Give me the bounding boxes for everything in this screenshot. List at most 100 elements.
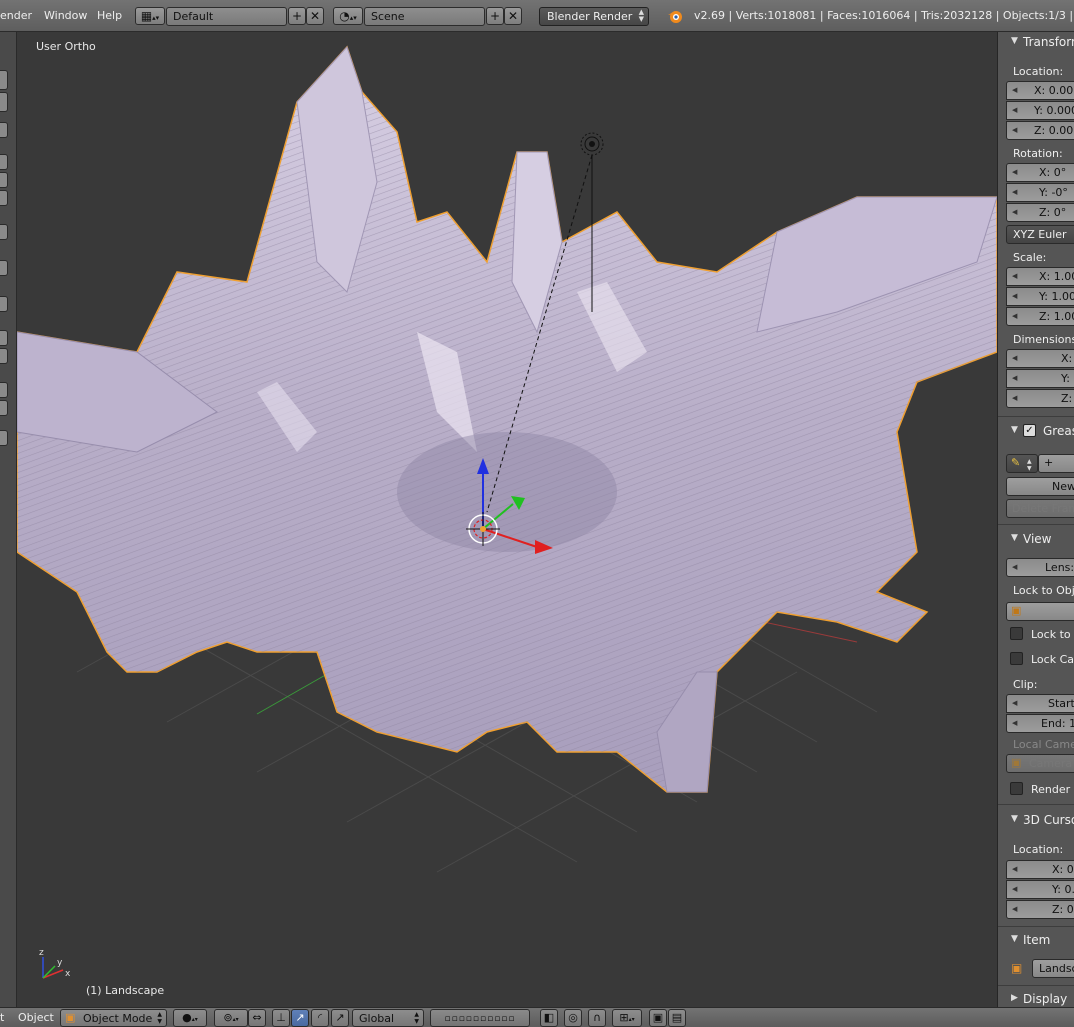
viewport-canvas[interactable]: z y x <box>17 32 997 1007</box>
scene-icon: ◔ <box>339 9 350 23</box>
translate-active-button[interactable]: ↗ <box>291 1009 309 1027</box>
menu-window[interactable]: Window <box>44 9 87 22</box>
shelf-tab[interactable] <box>0 172 8 188</box>
menu-partial[interactable]: t <box>0 1011 4 1024</box>
lock-camera-label: Lock Cam <box>1031 653 1074 666</box>
lock-camera-checkbox[interactable] <box>1010 652 1023 665</box>
axis-x-label: x <box>65 969 71 979</box>
delete-scene-button[interactable]: ✕ <box>504 7 522 25</box>
viewport-shading-select[interactable]: ●▴▾ <box>173 1009 207 1027</box>
shelf-tab[interactable] <box>0 400 8 416</box>
screen-layout-browse-button[interactable]: ▦▴▾ <box>135 7 165 25</box>
shelf-tab[interactable] <box>0 430 8 446</box>
decrement-arrow-icon: ◀ <box>1012 168 1018 176</box>
location-y-field[interactable]: ◀ Y: 0.000 <box>1006 101 1074 120</box>
menu-render[interactable]: ender <box>0 9 32 22</box>
clip-start-field[interactable]: ◀Start: <box>1006 694 1074 713</box>
cursor-location-label: Location: <box>1013 843 1064 856</box>
snap-toggle-button[interactable]: ∩ <box>588 1009 606 1027</box>
shelf-tab[interactable] <box>0 348 8 364</box>
render-engine-select[interactable]: Blender Render ▲ ▼ <box>539 7 649 26</box>
interaction-mode-select[interactable]: ▣ Object Mode ▲ ▼ <box>60 1009 167 1027</box>
transform-panel-header[interactable]: ▼ Transform <box>998 32 1074 54</box>
lock-to-cursor-checkbox[interactable] <box>1010 627 1023 640</box>
lens-field[interactable]: ◀ Lens: <box>1006 558 1074 577</box>
snap-increment-icon: ⊞ <box>619 1011 629 1024</box>
add-screen-button[interactable]: + <box>288 7 306 25</box>
delete-frame-button[interactable]: Delete Frame <box>1006 499 1074 518</box>
opengl-animation-button[interactable]: ▤ <box>668 1009 686 1027</box>
lock-layers-button[interactable]: ◧ <box>540 1009 558 1027</box>
display-panel-header[interactable]: ▶ Display <box>998 989 1074 1007</box>
rotate-manipulator-button[interactable]: ◜ <box>311 1009 329 1027</box>
render-border-checkbox[interactable] <box>1010 782 1023 795</box>
scene-field[interactable]: Scene <box>364 7 485 26</box>
scale-y-field[interactable]: ◀ Y: 1.00 <box>1006 287 1074 306</box>
menu-help[interactable]: Help <box>97 9 122 22</box>
3d-cursor-panel-header[interactable]: ▼ 3D Curso <box>998 810 1074 832</box>
grease-pencil-browse-button[interactable]: ✎ ▲ ▼ <box>1006 454 1038 473</box>
render-border-label: Render B <box>1031 783 1074 796</box>
grease-pencil-panel-header[interactable]: ▼ ✓ Greas <box>998 421 1074 443</box>
view-panel-header[interactable]: ▼ View <box>998 529 1074 551</box>
camera-render-icon: ▣ <box>652 1011 664 1024</box>
object-name-field[interactable]: Landsc <box>1032 959 1074 978</box>
rotation-y-field[interactable]: ◀ Y: -0° <box>1006 183 1074 202</box>
shelf-tab[interactable] <box>0 224 8 240</box>
pivot-point-select[interactable]: ⊚▴▾ <box>214 1009 248 1027</box>
grease-pencil-checkbox[interactable]: ✓ <box>1023 424 1036 437</box>
axis-y-label: y <box>57 958 63 968</box>
manipulator-toggle-button[interactable]: ⇔ <box>248 1009 266 1027</box>
location-label: Location: <box>1013 65 1064 78</box>
shelf-tab[interactable] <box>0 330 8 346</box>
rotation-z-field[interactable]: ◀ Z: 0° <box>1006 203 1074 222</box>
object-menu[interactable]: Object <box>18 1011 54 1024</box>
panel-separator <box>998 524 1074 525</box>
scene-browse-button[interactable]: ◔▴▾ <box>333 7 363 25</box>
shelf-tab[interactable] <box>0 190 8 206</box>
cursor-z-field[interactable]: ◀Z: 0. <box>1006 900 1074 919</box>
rotation-x-field[interactable]: ◀ X: 0° <box>1006 163 1074 182</box>
3d-viewport[interactable]: z y x User Ortho (1) Landscape <box>17 32 997 1007</box>
rotation-mode-select[interactable]: XYZ Euler <box>1006 225 1074 244</box>
landscape-mesh[interactable] <box>17 45 997 793</box>
grease-pencil-add-button[interactable]: + <box>1038 454 1074 473</box>
dimensions-z-field[interactable]: ◀Z: 5 <box>1006 389 1074 408</box>
scale-z-field[interactable]: ◀Z: 1.00 <box>1006 307 1074 326</box>
tool-shelf-collapsed[interactable] <box>0 32 17 1007</box>
local-camera-field[interactable]: ▣ Camera <box>1006 754 1074 773</box>
decrement-arrow-icon: ◀ <box>1012 719 1018 727</box>
shelf-tab[interactable] <box>0 92 8 112</box>
cursor-x-field[interactable]: ◀X: 0. <box>1006 860 1074 879</box>
layer-buttons[interactable]: ▫▫▫▫▫▫▫▫▫▫ <box>430 1009 530 1027</box>
shelf-tab[interactable] <box>0 70 8 90</box>
delete-screen-button[interactable]: ✕ <box>306 7 324 25</box>
cursor-y-field[interactable]: ◀ Y: 0. <box>1006 880 1074 899</box>
proportional-edit-button[interactable]: ◎ <box>564 1009 582 1027</box>
snap-element-select[interactable]: ⊞▴▾ <box>612 1009 642 1027</box>
scale-manipulator-button[interactable]: ↗ <box>331 1009 349 1027</box>
transform-orientation-select[interactable]: Global ▲ ▼ <box>352 1009 424 1027</box>
item-panel-header[interactable]: ▼ Item <box>998 930 1074 952</box>
lock-object-field[interactable]: ▣ <box>1006 602 1074 621</box>
shelf-tab[interactable] <box>0 260 8 276</box>
panel-separator <box>998 985 1074 986</box>
dimensions-y-field[interactable]: ◀Y: 2 <box>1006 369 1074 388</box>
clip-end-field[interactable]: ◀End: 10 <box>1006 714 1074 733</box>
render-engine-value: Blender Render <box>547 10 633 23</box>
shelf-tab[interactable] <box>0 154 8 170</box>
location-x-field[interactable]: ◀X: 0.000 <box>1006 81 1074 100</box>
shelf-tab[interactable] <box>0 122 8 138</box>
grease-pencil-new-button[interactable]: New <box>1006 477 1074 496</box>
lock-to-object-label: Lock to Obje <box>1013 584 1074 597</box>
dimensions-x-field[interactable]: ◀X: 2 <box>1006 349 1074 368</box>
shelf-tab[interactable] <box>0 382 8 398</box>
shelf-tab[interactable] <box>0 296 8 312</box>
scene-name: Scene <box>371 10 405 23</box>
screen-layout-field[interactable]: Default <box>166 7 287 26</box>
opengl-render-button[interactable]: ▣ <box>649 1009 667 1027</box>
add-scene-button[interactable]: + <box>486 7 504 25</box>
scale-x-field[interactable]: ◀X: 1.00 <box>1006 267 1074 286</box>
location-z-field[interactable]: ◀Z: 0.000 <box>1006 121 1074 140</box>
translate-manipulator-button[interactable]: ⊥ <box>272 1009 290 1027</box>
